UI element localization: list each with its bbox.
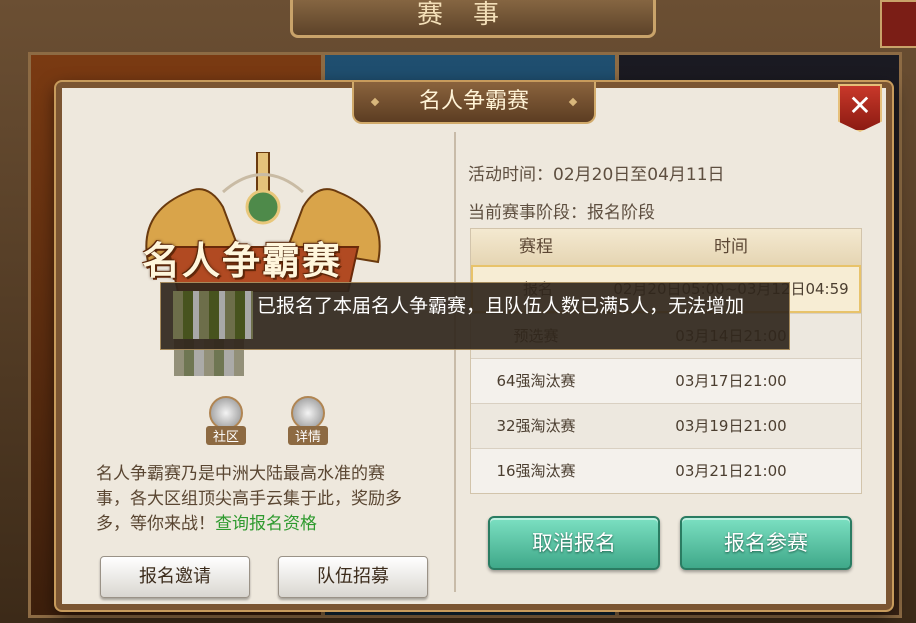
schedule-table: 赛程 时间 报名 02月20日05:00~03月12日04:59 预选赛 03月… — [470, 228, 862, 494]
outer-close-button[interactable] — [880, 0, 916, 48]
community-label: 社区 — [206, 426, 246, 445]
toast-message: 已报名了本届名人争霸赛，且队伍人数已满5人，无法增加 — [160, 282, 790, 350]
join-event-button[interactable]: 报名参赛 — [680, 516, 852, 570]
details-button[interactable]: 详情 — [288, 396, 328, 445]
row-stage: 32强淘汰赛 — [496, 417, 576, 435]
signup-invite-button[interactable]: 报名邀请 — [100, 556, 250, 598]
activity-time: 活动时间：02月20日至04月11日 — [468, 165, 725, 185]
magnifier-icon — [291, 396, 325, 430]
event-logo-text: 名人争霸赛 — [141, 238, 342, 283]
row-time: 03月21日21:00 — [675, 462, 787, 480]
table-row: 16强淘汰赛 03月21日21:00 — [471, 448, 861, 493]
community-icon — [209, 396, 243, 430]
table-header: 赛程 时间 — [471, 229, 861, 265]
dialog-title-bar: 名人争霸赛 — [352, 82, 596, 124]
current-stage: 当前赛事阶段：报名阶段 — [468, 203, 655, 223]
close-icon: ✕ — [848, 89, 872, 122]
pixelated-avatar — [173, 291, 253, 339]
table-row: 32强淘汰赛 03月19日21:00 — [471, 403, 861, 448]
row-time: 03月17日21:00 — [675, 372, 787, 390]
left-panel: 名人争霸赛 社区 详情 名人争霸赛乃是中洲大陆最高水准的赛事，各大区组顶尖高手云… — [66, 128, 450, 598]
details-label: 详情 — [288, 426, 328, 445]
toast-text: 已报名了本届名人争霸赛，且队伍人数已满5人，无法增加 — [257, 295, 745, 317]
header-time: 时间 — [714, 237, 748, 257]
table-row: 64强淘汰赛 03月17日21:00 — [471, 358, 861, 403]
dialog-title: 名人争霸赛 — [418, 89, 529, 114]
header-stage: 赛程 — [519, 237, 553, 257]
row-stage: 64强淘汰赛 — [496, 372, 576, 390]
row-stage: 16强淘汰赛 — [496, 462, 576, 480]
close-button[interactable]: ✕ — [838, 84, 882, 132]
event-description: 名人争霸赛乃是中洲大陆最高水准的赛事，各大区组顶尖高手云集于此，奖励多多，等你来… — [96, 462, 416, 537]
community-button[interactable]: 社区 — [206, 396, 246, 445]
row-time: 03月19日21:00 — [675, 417, 787, 435]
ornament-dot — [370, 97, 380, 107]
check-eligibility-link[interactable]: 查询报名资格 — [215, 514, 317, 534]
tournament-window-title: 赛事 — [290, 0, 656, 38]
team-recruit-button[interactable]: 队伍招募 — [278, 556, 428, 598]
cancel-signup-button[interactable]: 取消报名 — [488, 516, 660, 570]
panel-divider — [454, 132, 456, 592]
ornament-dot — [568, 97, 578, 107]
